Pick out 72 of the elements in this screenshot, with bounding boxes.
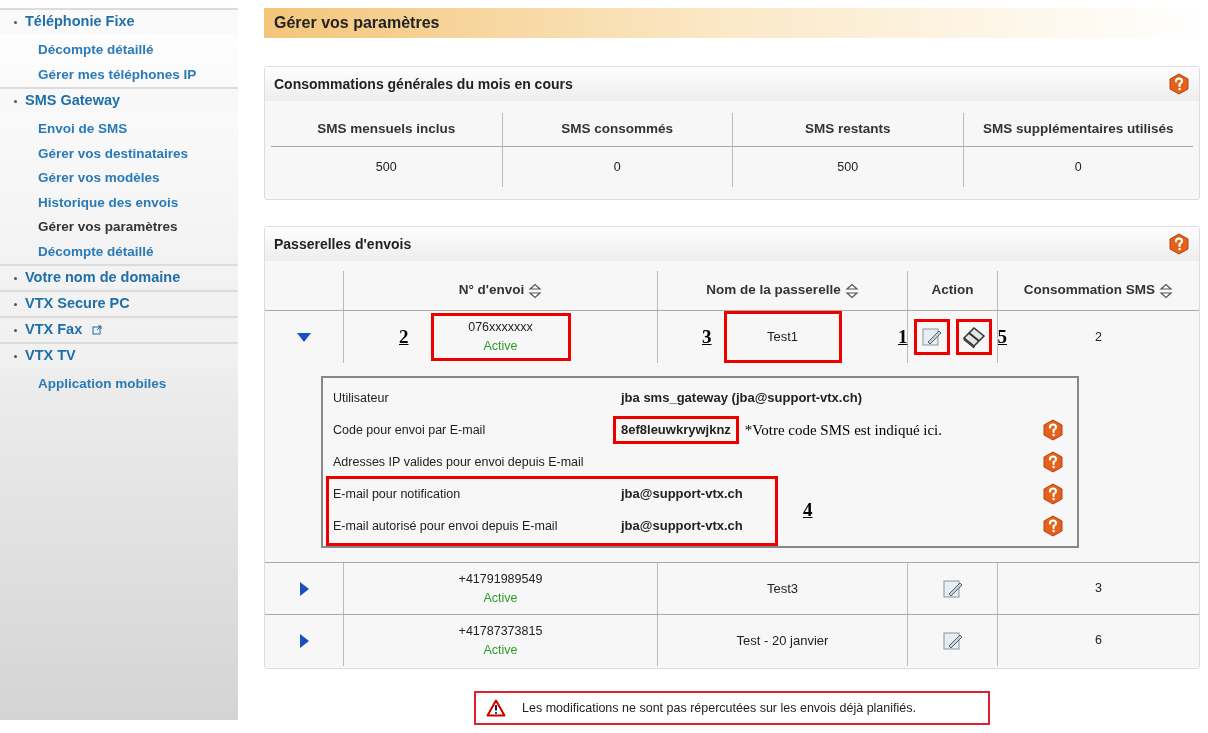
- warning-icon: [486, 699, 506, 717]
- help-icon[interactable]: [1042, 419, 1064, 441]
- sidebar-section[interactable]: Votre nom de domaine: [25, 267, 181, 289]
- field-label: Adresses IP valides pour envoi depuis E-mail: [332, 453, 585, 471]
- gateway-name: Test3: [766, 579, 799, 598]
- column-header: N° d'envoi: [458, 281, 525, 300]
- page-title: Gérer vos paramètres: [274, 13, 440, 33]
- warning-text: Les modifications ne sont pas répercutées sur les envois déjà planifiés.: [522, 699, 916, 717]
- sidebar-section[interactable]: VTX Fax: [25, 319, 83, 341]
- callout-number: 3: [702, 325, 712, 347]
- callout-number: 2: [399, 325, 409, 347]
- table-cell-text: 500: [837, 158, 859, 176]
- column-header: Action: [931, 281, 974, 300]
- panel-title: Consommations générales du mois en cours: [274, 74, 573, 94]
- sidebar-link[interactable]: Envoi de SMS: [38, 119, 128, 140]
- gateway-name: Test - 20 janvier: [736, 631, 829, 650]
- help-icon[interactable]: [1168, 73, 1190, 95]
- panel-title: Passerelles d'envois: [274, 234, 412, 254]
- status-text: Active: [483, 338, 518, 355]
- consumption-value: 6: [1095, 632, 1102, 650]
- table-cell-text: 0: [613, 158, 621, 176]
- column-header: Nom de la passerelle: [706, 281, 841, 300]
- consumption-value: 2: [1095, 328, 1102, 346]
- sidebar-section[interactable]: VTX TV: [25, 345, 76, 367]
- edit-icon[interactable]: [941, 629, 964, 652]
- sort-icon[interactable]: [528, 282, 543, 299]
- help-icon[interactable]: [1042, 483, 1064, 505]
- field-value: jba@support-vtx.ch: [621, 485, 743, 504]
- callout-number: 1: [898, 324, 908, 349]
- phone-number: +41787373815: [458, 622, 543, 640]
- consumption-value: 3: [1095, 580, 1102, 598]
- sidebar-link[interactable]: Gérer mes téléphones IP: [38, 64, 197, 85]
- column-header: SMS restants: [805, 120, 891, 139]
- callout-number: 5: [997, 324, 1007, 349]
- help-icon[interactable]: [1042, 451, 1064, 473]
- field-label: Utilisateur: [332, 389, 390, 407]
- gateway-name: Test1: [723, 311, 842, 363]
- column-header: SMS consommés: [561, 120, 674, 139]
- phone-number: +41791989549: [458, 570, 543, 588]
- table-cell-text: 500: [375, 158, 397, 176]
- field-label: E-mail autorisé pour envoi depuis E-mail: [332, 517, 559, 535]
- status-text: Active: [483, 589, 518, 607]
- sidebar-link[interactable]: Décompte détaillé: [38, 40, 154, 61]
- help-icon[interactable]: [1042, 515, 1064, 537]
- sidebar-section[interactable]: VTX Secure PC: [25, 293, 130, 315]
- column-header: Consommation SMS: [1023, 281, 1156, 300]
- sidebar-section[interactable]: SMS Gateway: [25, 90, 121, 112]
- sort-icon[interactable]: [844, 282, 859, 299]
- table-cell-text: 0: [1074, 158, 1082, 176]
- help-icon[interactable]: [1168, 233, 1190, 255]
- eraser-icon[interactable]: [960, 325, 987, 349]
- sidebar-link[interactable]: Gérer vos modèles: [38, 168, 160, 189]
- phone-number: 076xxxxxxx: [468, 319, 533, 337]
- sort-icon[interactable]: [1159, 282, 1174, 299]
- field-value: jba sms_gateway (jba@support-vtx.ch): [621, 389, 862, 408]
- sidebar-link[interactable]: Gérer vos paramètres: [38, 217, 178, 238]
- external-link-icon[interactable]: [92, 325, 103, 335]
- edit-icon[interactable]: [920, 326, 943, 348]
- field-value: jba@support-vtx.ch: [621, 517, 743, 536]
- field-value: 8ef8leuwkrywjknz: [613, 416, 739, 444]
- sidebar-link[interactable]: Gérer vos destinataires: [38, 143, 189, 164]
- column-header: SMS supplémentaires utilisés: [982, 120, 1174, 139]
- status-text: Active: [483, 641, 518, 659]
- callout-number: 4: [803, 499, 813, 520]
- annotation-note: *Votre code SMS est indiqué ici.: [744, 420, 943, 440]
- field-label: E-mail pour notification: [332, 485, 462, 503]
- column-header: SMS mensuels inclus: [317, 120, 456, 139]
- sidebar-link[interactable]: Décompte détaillé: [38, 241, 154, 262]
- sidebar-link[interactable]: Application mobiles: [38, 374, 167, 395]
- field-label: Code pour envoi par E-mail: [332, 421, 487, 439]
- edit-icon[interactable]: [941, 577, 964, 600]
- sidebar-link[interactable]: Historique des envois: [38, 192, 179, 213]
